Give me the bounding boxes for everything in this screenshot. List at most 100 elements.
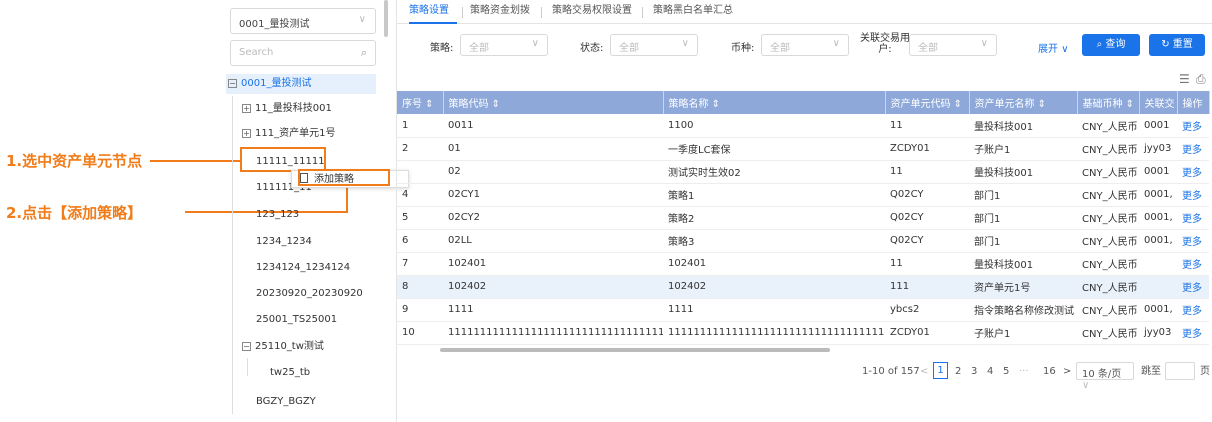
query-button[interactable]: ⌕ 查询 bbox=[1082, 34, 1140, 56]
table-cell: 量投科技001 bbox=[969, 114, 1077, 138]
reset-button[interactable]: ↻ 重置 bbox=[1149, 34, 1205, 56]
tree-node[interactable]: −25110_tw测试 bbox=[242, 337, 324, 357]
tab-blackwhite-list[interactable]: 策略黑白名单汇总 bbox=[653, 0, 733, 24]
pagination-page[interactable]: 4 bbox=[987, 363, 993, 381]
table-row[interactable]: 1 0011 1100 11 量投科技001 CNY_人民币 0001 更多 bbox=[397, 114, 1209, 138]
tree-node[interactable]: +111_资产单元1号 bbox=[242, 124, 335, 144]
table-cell: 6 bbox=[397, 229, 443, 253]
row-more-link[interactable]: 更多 bbox=[1177, 206, 1209, 230]
table-cell: CNY_人民币 bbox=[1077, 206, 1139, 230]
chevron-down-icon: ∨ bbox=[980, 38, 988, 49]
table-row[interactable]: 4 02CY1 策略1 Q02CY 部门1 CNY_人民币 0001, 更多 bbox=[397, 183, 1209, 207]
tree-node-root[interactable]: −0001_量投测试 bbox=[226, 74, 376, 94]
pagination-ellipsis[interactable]: ··· bbox=[1019, 363, 1029, 381]
col-header[interactable]: 关联交 bbox=[1139, 91, 1178, 114]
table-horizontal-scrollbar[interactable] bbox=[440, 348, 830, 352]
page-size-select[interactable]: 10 条/页 ∨ bbox=[1076, 362, 1134, 391]
table-row[interactable]: 8 102402 102402 111 资产单元1号 CNY_人民币 更多 bbox=[397, 275, 1209, 299]
tree-node[interactable]: +11_量投科技001 bbox=[242, 99, 332, 119]
reset-label: 重置 bbox=[1172, 39, 1193, 50]
col-header[interactable]: 策略代码 ⇕ bbox=[443, 91, 664, 114]
col-header[interactable]: 资产单元代码 ⇕ bbox=[885, 91, 970, 114]
tree-node[interactable]: 25001_TS25001 bbox=[256, 310, 337, 330]
tree-scrollbar[interactable] bbox=[384, 0, 388, 37]
table-row[interactable]: 9 1111 1111 ybcs2 指令策略名称修改测试 CNY_人民币 0001, 更多 bbox=[397, 298, 1209, 322]
filter-status-select[interactable]: 全部 ∨ bbox=[610, 34, 698, 56]
pagination-range: 1-10 of 157 bbox=[862, 366, 920, 377]
refresh-icon: ↻ bbox=[1161, 39, 1170, 50]
col-header[interactable]: 基础币种 ⇕ bbox=[1077, 91, 1140, 114]
column-settings-icon[interactable]: ☰ bbox=[1179, 72, 1190, 86]
row-more-link[interactable]: 更多 bbox=[1177, 137, 1209, 161]
unit-select[interactable]: 0001_量投测试 ∨ bbox=[230, 8, 376, 34]
filter-strategy-label: 策略: bbox=[430, 43, 454, 54]
table-cell: jyy03 bbox=[1139, 321, 1177, 345]
table-row[interactable]: 10 111111111111111111111111111111111 11111… bbox=[397, 321, 1209, 345]
table-row[interactable]: 5 02CY2 策略2 Q02CY 部门1 CNY_人民币 0001, 更多 bbox=[397, 206, 1209, 230]
pagination-current[interactable]: 1 bbox=[933, 362, 948, 379]
tree-node[interactable]: 1234124_1234124 bbox=[256, 258, 350, 278]
table-cell: ybcs2 bbox=[885, 298, 969, 322]
table-row[interactable]: 7 102401 102401 11 量投科技001 CNY_人民币 更多 bbox=[397, 252, 1209, 276]
tab-separator bbox=[462, 7, 463, 18]
table-row[interactable]: 6 02LL 策略3 Q02CY 部门1 CNY_人民币 0001, 更多 bbox=[397, 229, 1209, 253]
col-header[interactable]: 序号 ⇕ bbox=[397, 91, 444, 114]
expand-icon[interactable]: + bbox=[242, 103, 251, 113]
row-more-link[interactable]: 更多 bbox=[1177, 114, 1209, 138]
expand-icon[interactable]: + bbox=[242, 128, 251, 138]
table-cell: CNY_人民币 bbox=[1077, 275, 1139, 299]
tree-node[interactable]: 1234_1234 bbox=[256, 232, 312, 252]
table-header-row: 序号 ⇕ 策略代码 ⇕ 策略名称 ⇕ 资产单元代码 ⇕ 资产单元名称 ⇕ 基础币… bbox=[397, 91, 1210, 114]
filter-currency-select[interactable]: 全部 ∨ bbox=[761, 34, 849, 56]
row-more-link[interactable]: 更多 bbox=[1177, 275, 1209, 299]
table-cell: 02CY2 bbox=[443, 206, 663, 230]
col-header[interactable]: 资产单元名称 ⇕ bbox=[969, 91, 1078, 114]
row-more-link[interactable]: 更多 bbox=[1177, 183, 1209, 207]
tab-trade-permission[interactable]: 策略交易权限设置 bbox=[552, 0, 632, 24]
expand-filters-button[interactable]: 展开 ∨ bbox=[1038, 40, 1069, 55]
table-cell: 102401 bbox=[663, 252, 885, 276]
table-cell: 1111 bbox=[663, 298, 885, 322]
tree-node-label: 1234124_1234124 bbox=[256, 262, 351, 273]
filter-status-value: 全部 bbox=[619, 43, 639, 54]
row-more-link[interactable]: 更多 bbox=[1177, 321, 1209, 345]
tree-node[interactable]: tw25_tb bbox=[270, 363, 310, 383]
annotation-step2: 2.点击【添加策略】 bbox=[6, 204, 143, 222]
col-header[interactable]: 策略名称 ⇕ bbox=[663, 91, 886, 114]
pagination-page[interactable]: 2 bbox=[955, 363, 961, 381]
pagination-page[interactable]: 5 bbox=[1003, 363, 1009, 381]
pagination-last[interactable]: 16 bbox=[1043, 363, 1056, 381]
filter-status-label: 状态: bbox=[580, 43, 604, 54]
tree-search-input[interactable]: Search ⌕ bbox=[230, 40, 376, 66]
filter-account-select[interactable]: 全部 ∨ bbox=[909, 34, 997, 56]
strategy-table: 序号 ⇕ 策略代码 ⇕ 策略名称 ⇕ 资产单元代码 ⇕ 资产单元名称 ⇕ 基础币… bbox=[397, 91, 1210, 345]
collapse-icon[interactable]: − bbox=[228, 78, 237, 88]
pagination-prev[interactable]: < bbox=[920, 363, 928, 381]
tree-node[interactable]: 20230920_20230920 bbox=[256, 284, 363, 304]
collapse-icon[interactable]: − bbox=[242, 341, 251, 351]
row-more-link[interactable]: 更多 bbox=[1177, 160, 1209, 184]
table-cell: 0001, bbox=[1139, 298, 1177, 322]
col-header: 操作 bbox=[1177, 91, 1210, 114]
pagination-next[interactable]: > bbox=[1063, 363, 1071, 381]
row-more-link[interactable]: 更多 bbox=[1177, 252, 1209, 276]
jump-page-input[interactable] bbox=[1165, 362, 1195, 380]
table-row[interactable]: 2 01 一季度LC套保 ZCDY01 子账户1 CNY_人民币 jyy03 更多 bbox=[397, 137, 1209, 161]
table-cell: 0001, bbox=[1139, 206, 1177, 230]
filter-strategy-select[interactable]: 全部 ∨ bbox=[460, 34, 548, 56]
row-more-link[interactable]: 更多 bbox=[1177, 298, 1209, 322]
tree-node[interactable]: BGZY_BGZY bbox=[256, 392, 316, 412]
table-cell bbox=[1139, 252, 1177, 276]
tab-fund-transfer[interactable]: 策略资金划拨 bbox=[470, 0, 530, 24]
pagination-page[interactable]: 3 bbox=[971, 363, 977, 381]
chevron-down-icon: ∨ bbox=[681, 38, 689, 49]
tree-node-label: 11_量投科技001 bbox=[255, 103, 332, 114]
table-cell: Q02CY bbox=[885, 183, 969, 207]
row-more-link[interactable]: 更多 bbox=[1177, 229, 1209, 253]
table-row[interactable]: 02 测试实时生效02 11 量投科技001 CNY_人民币 0001 更多 bbox=[397, 160, 1209, 184]
table-cell: 子账户1 bbox=[969, 321, 1077, 345]
tab-strategy-settings[interactable]: 策略设置 bbox=[409, 0, 457, 24]
export-icon[interactable]: ⎙ bbox=[1196, 72, 1206, 87]
tree-node[interactable]: 123_123 bbox=[256, 205, 299, 225]
table-cell: 1111111111111111111111111111111111111111 bbox=[443, 321, 663, 345]
